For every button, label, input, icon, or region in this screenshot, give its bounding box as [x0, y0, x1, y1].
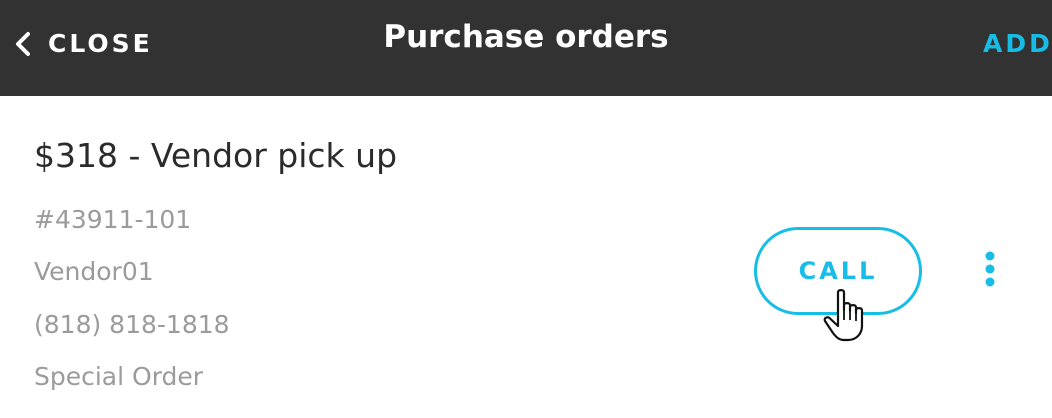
call-button[interactable]: CALL: [754, 227, 922, 315]
top-bar: CLOSE Purchase orders ADD: [0, 0, 1052, 96]
vendor-name: Vendor01: [34, 257, 154, 286]
more-options-button[interactable]: [976, 250, 1004, 290]
order-type: Special Order: [34, 362, 204, 391]
order-number: #43911-101: [34, 205, 192, 234]
purchase-order-card: $318 - Vendor pick up #43911-101 Vendor0…: [0, 96, 1052, 418]
add-button[interactable]: ADD: [983, 26, 1052, 62]
page-title: Purchase orders: [383, 19, 669, 55]
vendor-phone: (818) 818-1818: [34, 310, 230, 339]
order-title: $318 - Vendor pick up: [34, 136, 398, 175]
more-vertical-icon: [985, 251, 995, 287]
